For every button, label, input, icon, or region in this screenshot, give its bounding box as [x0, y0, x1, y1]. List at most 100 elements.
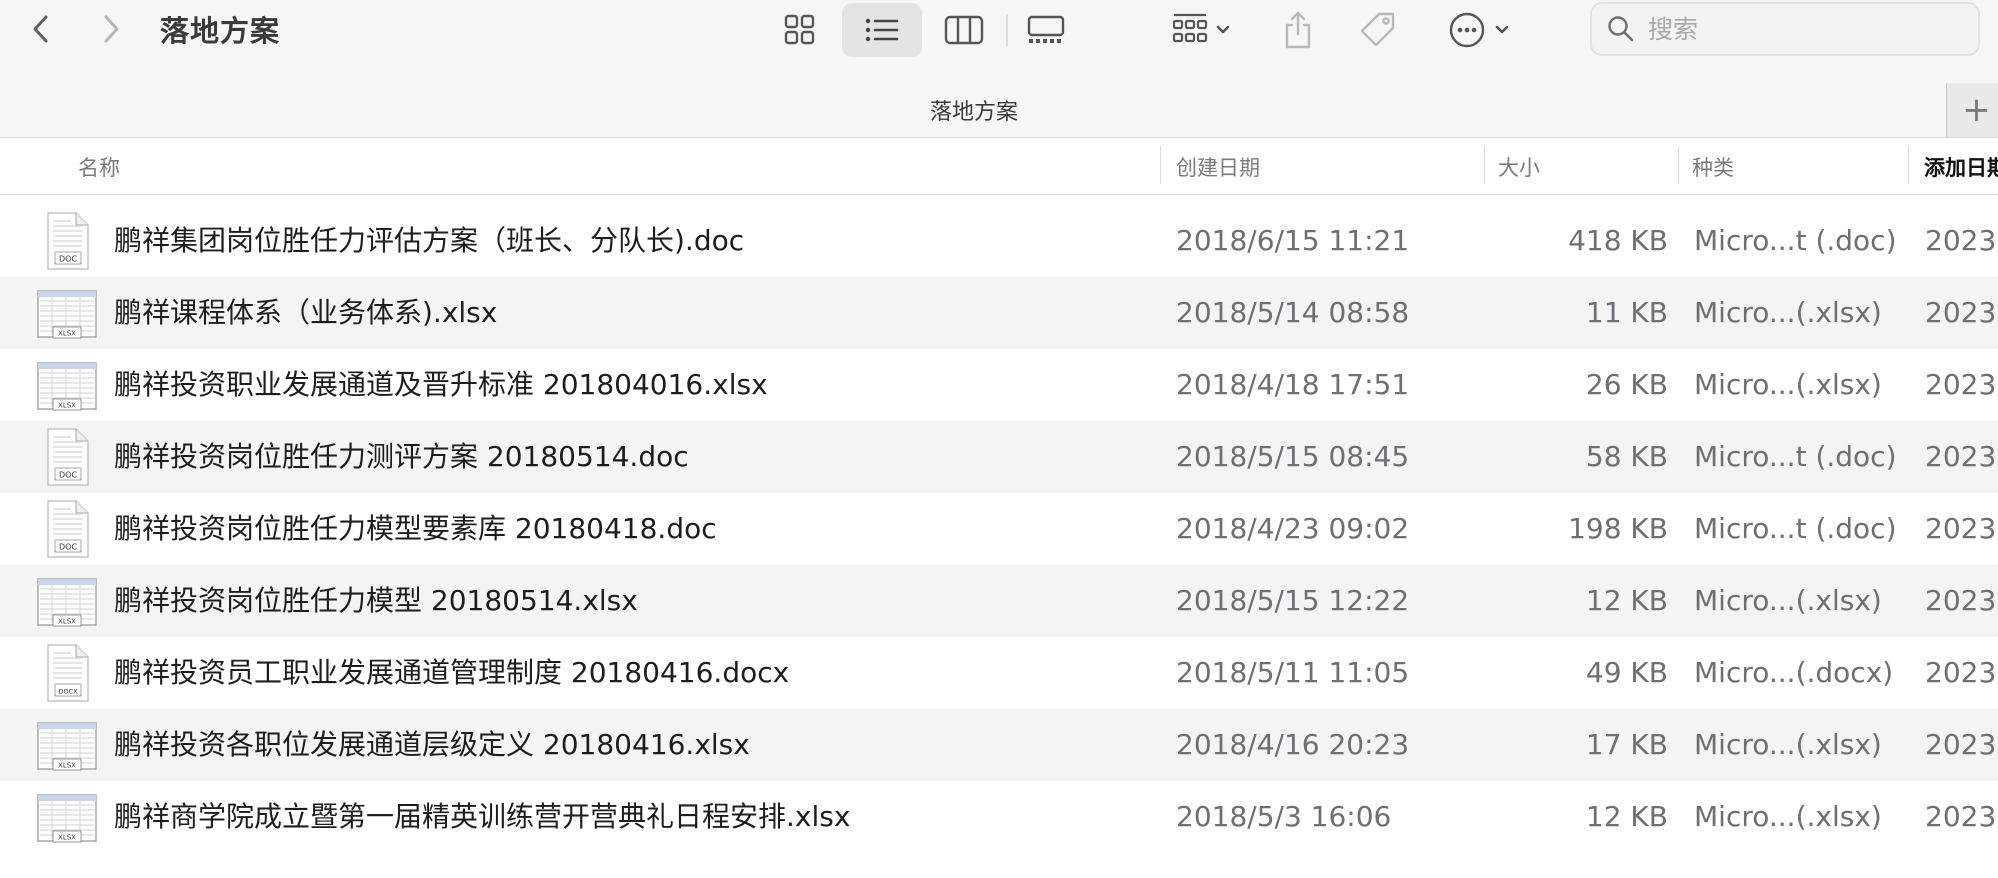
file-kind: Micro...(.docx): [1694, 656, 1894, 689]
file-created: 2018/5/3 16:06: [1176, 800, 1392, 833]
forward-button[interactable]: [88, 6, 134, 52]
column-divider[interactable]: [1484, 146, 1485, 184]
column-divider[interactable]: [1908, 146, 1909, 184]
column-divider[interactable]: [1678, 146, 1679, 184]
file-row[interactable]: DOCX 鹏祥投资员工职业发展通道管理制度 20180416.docx 2018…: [0, 637, 1998, 709]
file-created: 2018/4/18 17:51: [1176, 368, 1410, 401]
column-name-header[interactable]: 名称: [78, 152, 120, 182]
spreadsheet-icon: XLSX: [36, 355, 98, 415]
svg-text:XLSX: XLSX: [58, 834, 76, 842]
column-divider[interactable]: [1160, 146, 1161, 184]
file-name: 鹏祥集团岗位胜任力评估方案（班长、分队长).doc: [114, 224, 745, 257]
tab-bar: 落地方案 +: [0, 62, 1998, 138]
column-created-header[interactable]: 创建日期: [1176, 152, 1260, 182]
file-size: 17 KB: [1585, 728, 1668, 761]
chevron-right-icon: [104, 15, 119, 43]
file-row[interactable]: DOC 鹏祥集团岗位胜任力评估方案（班长、分队长).doc 2018/6/15 …: [0, 205, 1998, 277]
file-size: 12 KB: [1585, 800, 1668, 833]
file-size: 11 KB: [1585, 296, 1668, 329]
file-size: 26 KB: [1585, 368, 1668, 401]
word-document-icon: DOC: [36, 211, 98, 271]
spreadsheet-icon: XLSX: [36, 715, 98, 775]
word-document-icon: DOC: [36, 499, 98, 559]
file-name: 鹏祥投资岗位胜任力测评方案 20180514.doc: [114, 440, 689, 473]
file-name: 鹏祥投资各职位发展通道层级定义 20180416.xlsx: [114, 728, 750, 761]
file-size: 49 KB: [1585, 656, 1668, 689]
chevron-left-icon: [33, 15, 48, 43]
file-kind: Micro...(.xlsx): [1694, 368, 1882, 401]
file-list: DOC 鹏祥集团岗位胜任力评估方案（班长、分队长).doc 2018/6/15 …: [0, 205, 1998, 853]
file-kind: Micro...(.xlsx): [1694, 800, 1882, 833]
file-added: 2023: [1925, 800, 1997, 833]
group-by-icon: [1172, 13, 1230, 43]
tag-icon: [1360, 12, 1395, 47]
svg-text:DOC: DOC: [59, 543, 77, 552]
file-size: 58 KB: [1585, 440, 1668, 473]
search-input[interactable]: [1648, 14, 1968, 44]
share-icon: [1285, 11, 1311, 49]
icon-view-button[interactable]: [760, 3, 840, 57]
file-name: 鹏祥投资职业发展通道及晋升标准 201804016.xlsx: [114, 368, 768, 401]
window-title: 落地方案: [160, 14, 281, 48]
file-added: 2023: [1925, 296, 1997, 329]
file-created: 2018/5/15 08:45: [1176, 440, 1410, 473]
spreadsheet-icon: XLSX: [36, 787, 98, 847]
file-added: 2023: [1925, 584, 1997, 617]
file-row[interactable]: XLSX 鹏祥投资各职位发展通道层级定义 20180416.xlsx 2018/…: [0, 709, 1998, 781]
file-row[interactable]: DOC 鹏祥投资岗位胜任力测评方案 20180514.doc 2018/5/15…: [0, 421, 1998, 493]
file-created: 2018/4/23 09:02: [1176, 512, 1410, 545]
file-name: 鹏祥商学院成立暨第一届精英训练营开营典礼日程安排.xlsx: [114, 800, 851, 833]
ellipsis-circle-icon: [1449, 12, 1509, 48]
file-added: 2023: [1925, 224, 1997, 257]
list-icon: [865, 18, 899, 42]
file-created: 2018/5/11 11:05: [1176, 656, 1410, 689]
file-kind: Micro...(.xlsx): [1694, 728, 1882, 761]
file-added: 2023: [1925, 440, 1997, 473]
spreadsheet-icon: XLSX: [36, 571, 98, 631]
file-row[interactable]: DOC 鹏祥投资岗位胜任力模型要素库 20180418.doc 2018/4/2…: [0, 493, 1998, 565]
file-size: 198 KB: [1568, 512, 1668, 545]
search-field[interactable]: [1590, 2, 1980, 56]
column-kind-header[interactable]: 种类: [1692, 152, 1734, 182]
list-view-button[interactable]: [842, 3, 922, 57]
svg-text:DOCX: DOCX: [58, 688, 78, 696]
file-kind: Micro...(.xlsx): [1694, 296, 1882, 329]
spreadsheet-icon: XLSX: [36, 283, 98, 343]
gallery-icon: [1027, 15, 1065, 43]
search-icon: [1608, 16, 1634, 42]
file-kind: Micro...t (.doc): [1694, 440, 1897, 473]
back-button[interactable]: [18, 6, 64, 52]
share-button[interactable]: [1276, 6, 1320, 54]
file-row[interactable]: XLSX 鹏祥课程体系（业务体系).xlsx 2018/5/14 08:58 1…: [0, 277, 1998, 349]
svg-text:DOC: DOC: [59, 471, 77, 480]
file-added: 2023: [1925, 728, 1997, 761]
file-size: 418 KB: [1568, 224, 1668, 257]
svg-text:XLSX: XLSX: [58, 618, 76, 626]
file-name: 鹏祥投资员工职业发展通道管理制度 20180416.docx: [114, 656, 790, 689]
svg-text:XLSX: XLSX: [58, 330, 76, 338]
column-size-header[interactable]: 大小: [1498, 152, 1540, 182]
file-added: 2023: [1925, 656, 1997, 689]
column-view-button[interactable]: [924, 3, 1004, 57]
file-name: 鹏祥课程体系（业务体系).xlsx: [114, 296, 498, 329]
file-row[interactable]: XLSX 鹏祥投资职业发展通道及晋升标准 201804016.xlsx 2018…: [0, 349, 1998, 421]
word-document-icon: DOC: [36, 427, 98, 487]
file-size: 12 KB: [1585, 584, 1668, 617]
svg-text:XLSX: XLSX: [58, 762, 76, 770]
file-kind: Micro...(.xlsx): [1694, 584, 1882, 617]
column-header: 名称 创建日期 大小 种类 添加日期: [0, 138, 1998, 195]
more-actions-button[interactable]: [1440, 6, 1520, 54]
file-row[interactable]: XLSX 鹏祥投资岗位胜任力模型 20180514.xlsx 2018/5/15…: [0, 565, 1998, 637]
file-created: 2018/5/14 08:58: [1176, 296, 1410, 329]
column-added-header[interactable]: 添加日期: [1924, 152, 1998, 182]
file-created: 2018/4/16 20:23: [1176, 728, 1410, 761]
file-kind: Micro...t (.doc): [1694, 224, 1897, 257]
file-created: 2018/6/15 11:21: [1176, 224, 1410, 257]
new-tab-button[interactable]: +: [1946, 83, 1998, 137]
columns-icon: [944, 15, 984, 45]
tag-button[interactable]: [1354, 6, 1404, 54]
tab-current[interactable]: 落地方案: [0, 94, 1948, 126]
gallery-view-button[interactable]: [1006, 3, 1086, 57]
group-by-button[interactable]: [1162, 6, 1240, 54]
file-row[interactable]: XLSX 鹏祥商学院成立暨第一届精英训练营开营典礼日程安排.xlsx 2018/…: [0, 781, 1998, 853]
